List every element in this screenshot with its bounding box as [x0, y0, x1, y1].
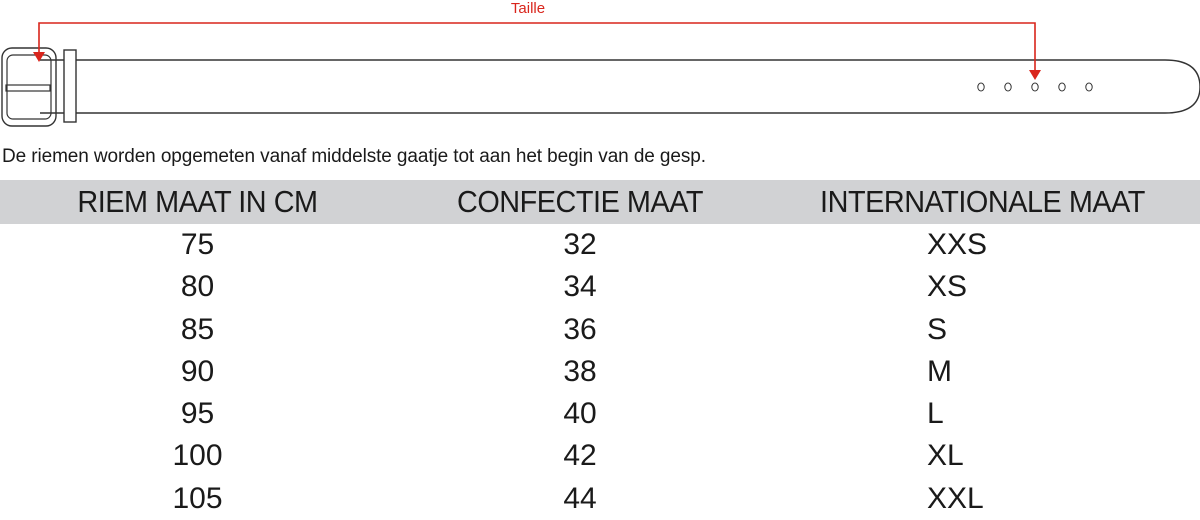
belt-hole	[1058, 82, 1066, 92]
belt-diagram: Taille	[0, 0, 1200, 135]
buckle-inner	[6, 54, 52, 120]
header-riem-maat: RIEM MAAT IN CM	[77, 184, 318, 219]
measure-arrow-line	[38, 22, 1036, 74]
riem-maat-cell: 90	[180, 354, 215, 388]
internationale-maat-cell: XXL	[927, 481, 984, 515]
header-internationale-maat: INTERNATIONALE MAAT	[820, 184, 1145, 219]
riem-maat-cell: 85	[180, 312, 215, 346]
buckle-bar	[5, 84, 51, 92]
riem-maat-cell: 100	[172, 439, 223, 473]
internationale-maat-cell: M	[927, 354, 952, 388]
table-header: RIEM MAAT IN CM CONFECTIE MAAT INTERNATI…	[0, 180, 1200, 224]
internationale-maat-cell: S	[927, 312, 948, 346]
riem-maat-cell: 95	[180, 397, 215, 431]
header-confectie-maat: CONFECTIE MAAT	[456, 184, 704, 219]
confectie-maat-cell: 40	[563, 397, 597, 431]
belt-hole	[977, 82, 985, 92]
internationale-maat-cell: XS	[927, 270, 968, 304]
confectie-maat-cell: 44	[563, 481, 597, 515]
table-row: 105 44 XXL	[0, 478, 1200, 520]
confectie-maat-cell: 36	[563, 312, 597, 346]
belt-hole	[1004, 82, 1012, 92]
taille-label: Taille	[510, 0, 546, 17]
table-row: 85 36 S	[0, 309, 1200, 351]
internationale-maat-cell: L	[927, 397, 944, 431]
belt-illustration	[1, 22, 1200, 127]
size-table: RIEM MAAT IN CM CONFECTIE MAAT INTERNATI…	[0, 180, 1200, 520]
riem-maat-cell: 80	[180, 270, 215, 304]
riem-maat-cell: 105	[172, 481, 223, 515]
belt-hole	[1085, 82, 1093, 92]
table-row: 90 38 M	[0, 351, 1200, 393]
confectie-maat-cell: 32	[563, 228, 597, 261]
belt-keeper	[63, 49, 77, 123]
internationale-maat-cell: XXS	[927, 228, 988, 261]
table-row: 100 42 XL	[0, 435, 1200, 477]
table-row: 95 40 L	[0, 393, 1200, 435]
confectie-maat-cell: 38	[563, 354, 597, 388]
measurement-note: De riemen worden opgemeten vanaf middels…	[2, 146, 706, 167]
riem-maat-cell: 75	[180, 228, 215, 261]
belt-hole-middle	[1031, 82, 1039, 92]
table-row: 75 32 XXS	[0, 224, 1200, 266]
confectie-maat-cell: 34	[563, 270, 597, 304]
internationale-maat-cell: XL	[927, 439, 964, 473]
confectie-maat-cell: 42	[563, 439, 597, 473]
table-row: 80 34 XS	[0, 266, 1200, 308]
measure-arrowhead-right	[1029, 70, 1041, 80]
